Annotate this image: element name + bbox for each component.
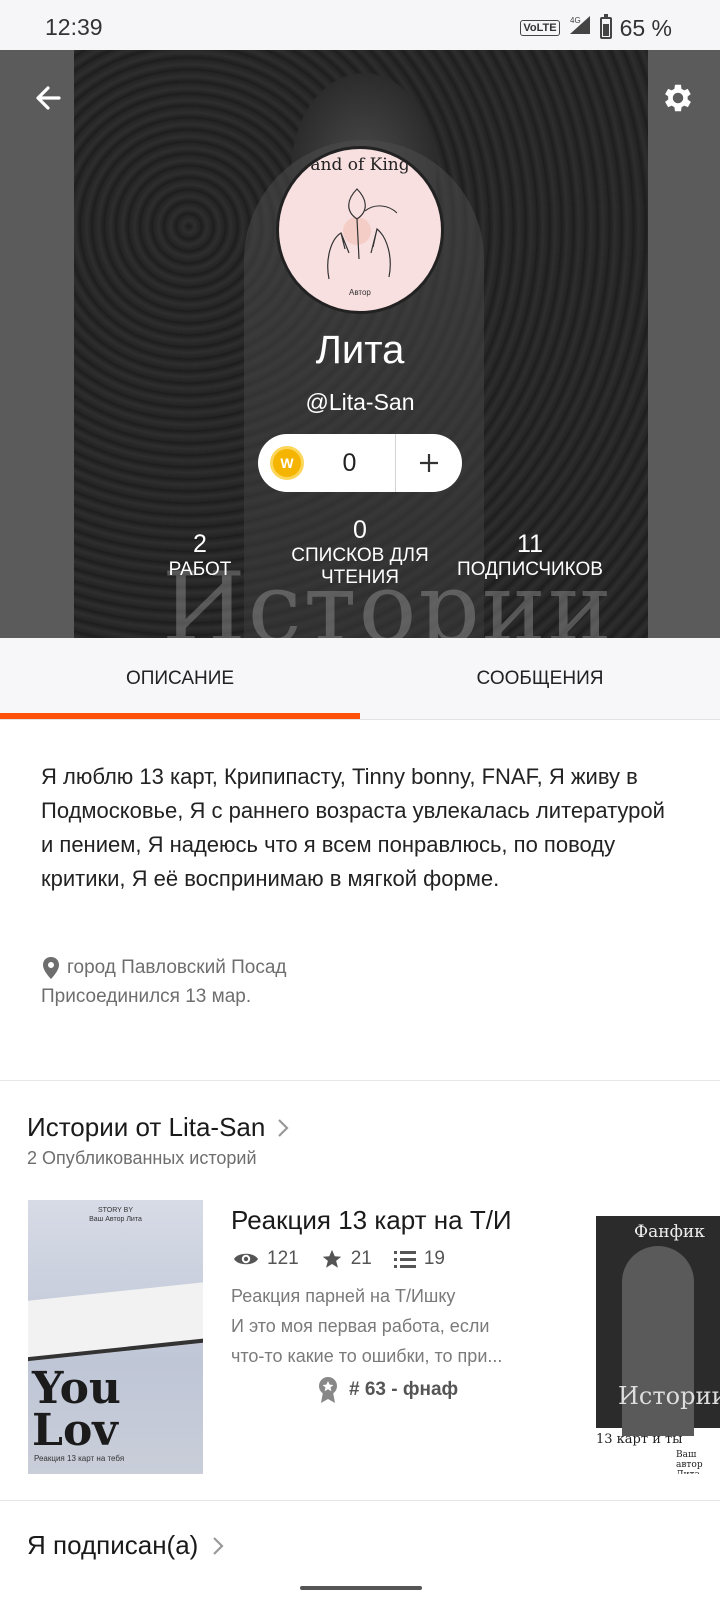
tab-messages[interactable]: Сообщения [360,638,720,719]
plus-icon [420,454,438,472]
story-votes-count: 21 [350,1248,372,1269]
following-title: Я подписан(а) [27,1530,199,1560]
hands-flower-illustration [327,188,398,280]
about-text: Я люблю 13 карт, Крипипасту, Tinny bonny… [41,764,665,891]
cover-word: Истории [618,1382,720,1410]
story-parts-count: 19 [423,1248,445,1269]
story-description-line: И это моя первая работа, если [231,1316,490,1336]
divider [0,1080,720,1081]
open-book-illustration [28,1281,203,1363]
battery-percent: 65 % [619,14,672,41]
arrow-left-icon [36,86,61,110]
stat-followers-value: 11 [517,530,543,558]
coin-count: 0 [342,448,357,477]
battery-icon [599,14,612,39]
location: город Павловский Посад [41,956,286,980]
svg-text:4G: 4G [570,16,581,25]
gear-icon [665,84,691,112]
story-cover[interactable]: Фанфик Истории 13 карт и ты Ваш автор Ли… [596,1216,720,1474]
story-ranking-text: # 63 - фнаф [349,1379,459,1400]
eye-icon [234,1253,258,1265]
story-cover[interactable]: STORY BY Ваш Автор Лита You Lov Реакция 1… [28,1200,203,1474]
location-pin-icon [43,957,59,979]
status-icons: VoLTE 4G 65 % [520,14,672,42]
stat-followers[interactable]: 11 Подписчиков [450,530,610,581]
cover-big-text: You Lov [32,1363,121,1456]
stat-reading-lists-value: 0 [353,516,367,544]
star-icon [322,1249,341,1268]
story-description-line: что-то какие то ошибки, то при... [231,1346,503,1366]
coin-icon: W [270,446,304,480]
settings-button[interactable] [656,76,700,120]
stat-reading-lists[interactable]: 0 Списков для чтения [280,516,440,589]
story-reads: 121 [233,1248,299,1270]
status-time: 12:39 [45,14,103,40]
cover-top-text: STORY BY Ваш Автор Лита [89,1207,142,1223]
tab-description[interactable]: Описание [0,638,360,719]
stat-works-value: 2 [193,530,207,558]
list-icon [393,1251,416,1268]
cover-bottom-text: Реакция 13 карт на тебя [34,1454,125,1463]
stories-section-header[interactable]: Истории от Lita-San [27,1112,289,1143]
avatar[interactable]: and of King Автор [276,146,444,314]
stories-count: 2 Опубликованных историй [27,1148,257,1168]
signal-icon: 4G [568,14,592,42]
story-votes: 21 [321,1248,372,1270]
cover-title: Фанфик [634,1222,705,1242]
home-indicator[interactable] [300,1586,422,1590]
stat-works[interactable]: 2 Работ [140,530,260,581]
chevron-right-icon [213,1536,224,1555]
profile-tabs: Описание Сообщения [0,638,720,720]
add-coins-button[interactable] [396,451,462,475]
stat-reading-lists-label: Списков для чтения [291,545,429,588]
back-button[interactable] [28,78,68,118]
location-text: город Павловский Посад [67,957,287,978]
avatar-caption: Автор [349,288,371,297]
story-parts: 19 [393,1248,445,1270]
profile-handle: @Lita-San [305,389,415,415]
story-ranking[interactable]: # 63 - фнаф [317,1376,458,1404]
profile-header: Истории and of King Автор Лита @Lita-San… [0,50,720,638]
cover-subtitle: 13 карт и ты [596,1432,683,1447]
story-description-line: Реакция парней на Т/Ишку [231,1286,456,1306]
status-bar: 12:39 VoLTE 4G 65 % [0,0,720,50]
stat-works-label: Работ [168,559,232,580]
cover-author: Ваш автор Лита [676,1450,703,1474]
stories-title: Истории от Lita-San [27,1112,266,1142]
following-section-header[interactable]: Я подписан(а) [27,1530,224,1561]
stat-followers-label: Подписчиков [457,559,603,580]
story-reads-count: 121 [267,1248,299,1269]
coins-widget[interactable]: W 0 [258,434,462,492]
award-badge-icon [319,1377,337,1403]
story-title[interactable]: Реакция 13 карт на Т/И [231,1205,512,1236]
story-description: Реакция парней на Т/Ишку И это моя перва… [231,1281,541,1371]
profile-name: Лита [315,328,405,372]
story-stats: 121 21 19 [233,1248,467,1270]
chevron-right-icon [278,1118,289,1137]
divider [0,1500,720,1501]
joined-date: Присоединился 13 мар. [41,986,252,1007]
volte-icon: VoLTE [520,20,560,36]
